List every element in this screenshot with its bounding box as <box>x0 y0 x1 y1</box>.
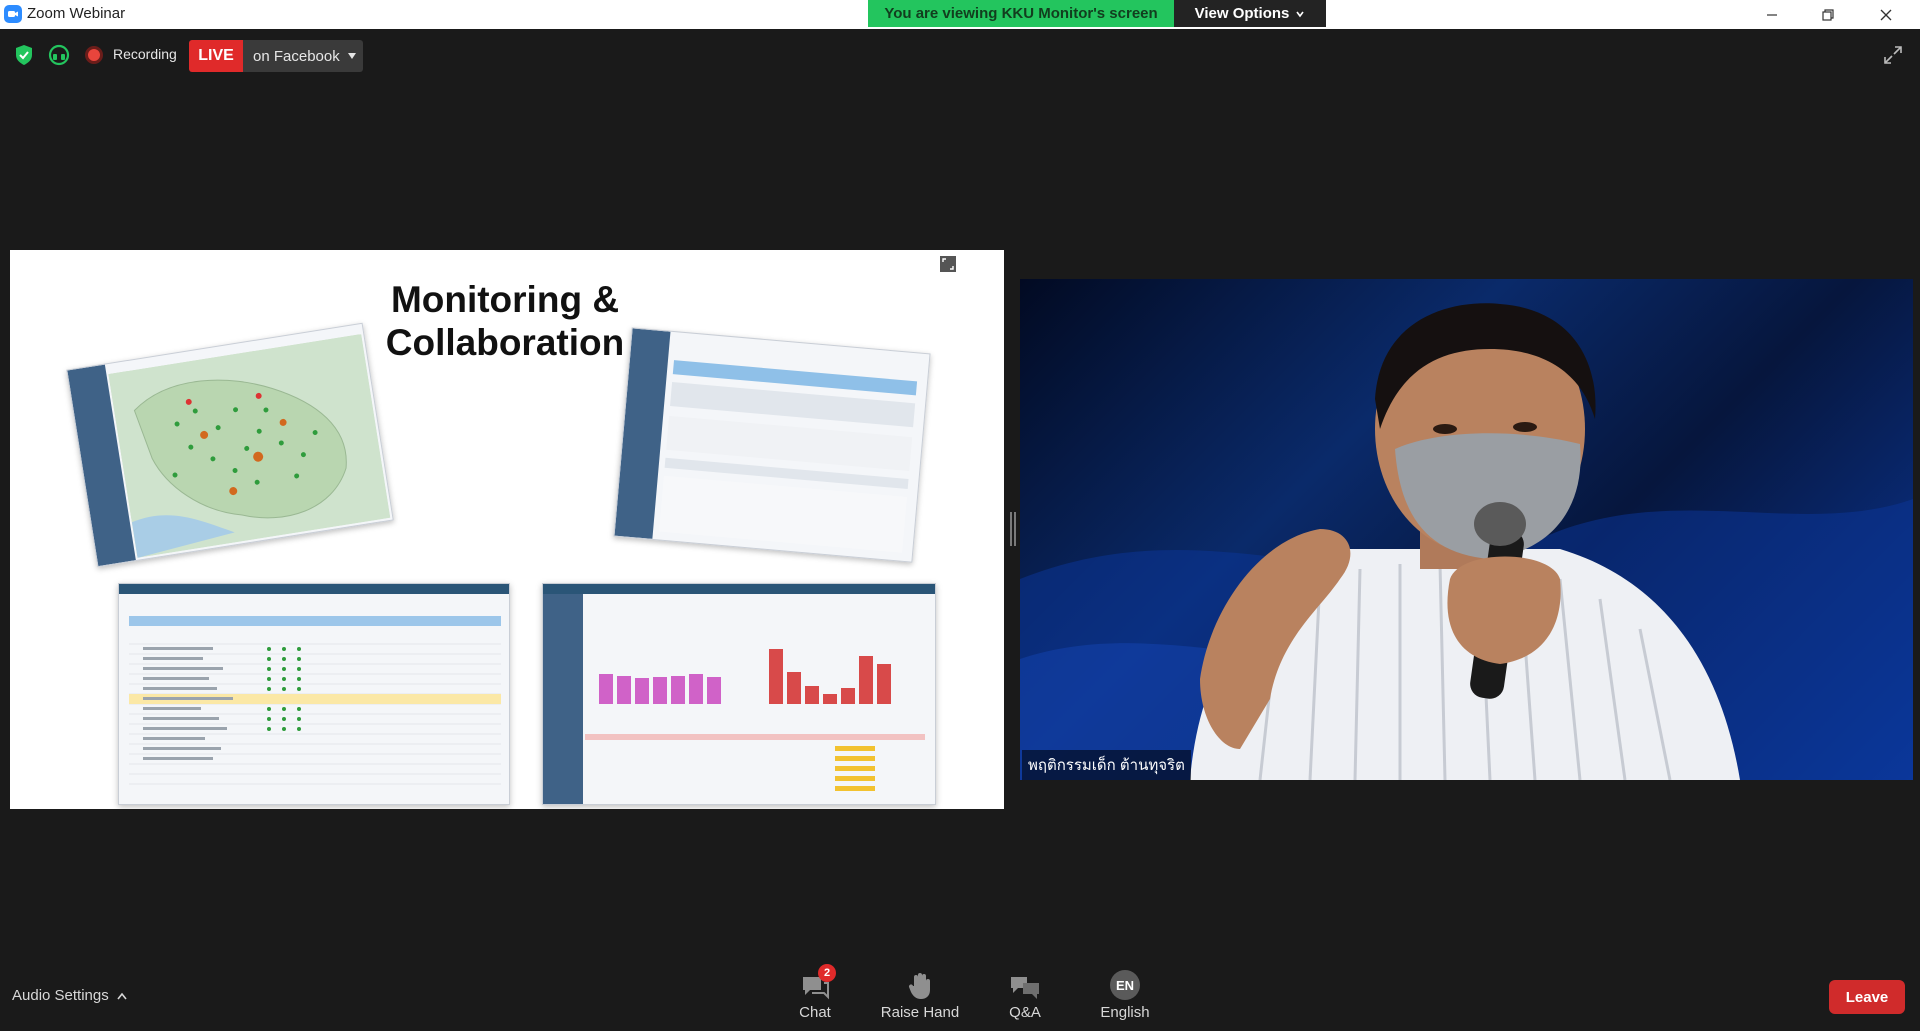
security-shield-icon[interactable] <box>14 44 34 66</box>
live-destination-dropdown[interactable]: on Facebook <box>243 40 363 72</box>
raise-hand-icon-wrap <box>875 968 965 1000</box>
chevron-up-icon <box>117 992 127 999</box>
close-icon <box>1880 9 1892 20</box>
shared-screen-slide: Monitoring & Collaboration <box>10 250 1004 809</box>
chat-icon-wrap: 2 <box>770 964 860 1000</box>
mini-topbar <box>543 584 935 594</box>
form-block <box>659 475 907 553</box>
map-dashboard-screenshot <box>66 322 394 568</box>
panel-splitter-handle[interactable] <box>1010 512 1016 546</box>
charts-illustration <box>585 649 925 791</box>
minimize-button[interactable] <box>1744 0 1800 29</box>
fullscreen-icon[interactable] <box>1882 44 1904 66</box>
qa-icon <box>1011 977 1039 999</box>
slide-title: Monitoring & Collaboration <box>350 278 660 364</box>
form-dashboard-screenshot <box>613 327 931 563</box>
view-options-button[interactable]: View Options <box>1174 0 1326 27</box>
participant-name-label: พฤติกรรมเด็ก ต้านทุจริต <box>1022 750 1191 780</box>
minimize-icon <box>1767 13 1777 16</box>
restore-button[interactable] <box>1800 0 1856 29</box>
charts-dashboard-screenshot <box>542 583 936 805</box>
live-badge: LIVE <box>189 40 243 72</box>
map-area <box>108 334 391 558</box>
speaker-video-frame <box>1020 303 1913 780</box>
meeting-status-bar: Recording LIVE on Facebook <box>0 40 1920 72</box>
zoom-app-icon <box>4 5 22 23</box>
restore-icon <box>1822 8 1834 21</box>
slide-title-line1: Monitoring & <box>390 279 620 320</box>
recording-indicator-icon <box>85 46 103 64</box>
audio-settings-label: Audio Settings <box>12 987 109 1004</box>
leave-button[interactable]: Leave <box>1829 980 1905 1014</box>
recording-label: Recording <box>113 46 177 62</box>
raise-hand-label: Raise Hand <box>880 1004 960 1021</box>
mini-sidebar <box>543 594 583 804</box>
qa-label: Q&A <box>1009 1004 1041 1021</box>
chevron-down-icon <box>1296 11 1305 17</box>
table-illustration <box>129 616 501 785</box>
view-options-label: View Options <box>1194 5 1290 22</box>
window-title: Zoom Webinar <box>27 5 126 22</box>
map-illustration <box>108 334 391 558</box>
headset-icon[interactable] <box>48 44 70 66</box>
chat-label: Chat <box>799 1004 831 1021</box>
table-dashboard-screenshot <box>118 583 510 805</box>
audio-settings-button[interactable]: Audio Settings <box>12 987 127 1004</box>
chat-unread-badge: 2 <box>818 964 836 982</box>
language-icon-wrap: EN <box>1080 968 1170 1000</box>
chat-button[interactable]: 2 Chat <box>770 964 860 1021</box>
expand-icon <box>940 256 956 272</box>
language-interpretation-button[interactable]: EN English <box>1080 968 1170 1021</box>
close-button[interactable] <box>1858 0 1914 29</box>
mini-topbar <box>119 584 509 594</box>
viewing-screen-banner: You are viewing KKU Monitor's screen <box>868 0 1174 27</box>
language-globe-icon: EN <box>1110 970 1140 1000</box>
qa-button[interactable]: Q&A <box>980 968 1070 1021</box>
speaker-video-tile[interactable]: พฤติกรรมเด็ก ต้านทุจริต <box>1020 279 1913 780</box>
language-label: English <box>1100 1004 1150 1021</box>
qa-icon-wrap <box>980 968 1070 1000</box>
window-titlebar: Zoom Webinar You are viewing KKU Monitor… <box>0 0 1920 29</box>
raise-hand-button[interactable]: Raise Hand <box>875 968 965 1021</box>
caret-down-icon <box>347 53 356 59</box>
slide-title-line2: Collaboration <box>385 322 625 363</box>
live-destination-label: on Facebook <box>253 47 340 65</box>
raise-hand-icon <box>908 973 930 999</box>
